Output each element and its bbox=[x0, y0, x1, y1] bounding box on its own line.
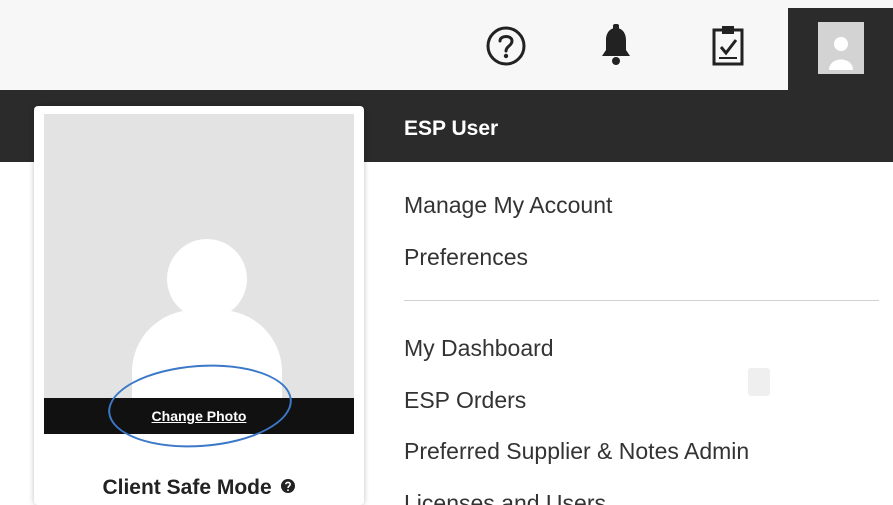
avatar-svg bbox=[829, 37, 853, 70]
menu-header-user-name: ESP User bbox=[404, 117, 499, 140]
menu-divider bbox=[404, 300, 879, 301]
menu-item-manage-my-account[interactable]: Manage My Account bbox=[404, 192, 612, 219]
menu-item-my-dashboard[interactable]: My Dashboard bbox=[404, 335, 554, 362]
help-circle-icon[interactable] bbox=[280, 476, 296, 500]
avatar-placeholder-head bbox=[167, 239, 247, 319]
clipboard-check-icon[interactable] bbox=[700, 18, 756, 74]
profile-card: Change Photo bbox=[34, 106, 364, 505]
clipboard-svg bbox=[712, 26, 744, 66]
bell-svg bbox=[602, 24, 630, 65]
client-safe-mode-toggle[interactable]: Client Safe Mode bbox=[34, 476, 364, 500]
user-avatar-icon bbox=[818, 22, 864, 74]
help-circle-svg bbox=[486, 26, 526, 66]
small-help-svg bbox=[280, 479, 295, 494]
profile-photo: Change Photo bbox=[44, 114, 354, 434]
menu-item-preferred-supplier-notes-admin[interactable]: Preferred Supplier & Notes Admin bbox=[404, 438, 749, 465]
menu-item-licenses-and-users[interactable]: Licenses and Users bbox=[404, 490, 606, 505]
page: Change Photo Client Safe Mode ESP User M… bbox=[0, 0, 893, 505]
faint-background-icon bbox=[748, 368, 770, 396]
change-photo-link[interactable]: Change Photo bbox=[152, 408, 247, 424]
user-avatar-button[interactable] bbox=[788, 8, 893, 90]
help-icon[interactable] bbox=[478, 18, 534, 74]
menu-item-preferences[interactable]: Preferences bbox=[404, 244, 528, 271]
bell-icon[interactable] bbox=[588, 18, 644, 74]
client-safe-mode-label: Client Safe Mode bbox=[102, 476, 272, 499]
top-bar bbox=[0, 0, 893, 90]
photo-action-bar: Change Photo bbox=[44, 398, 354, 434]
menu-item-esp-orders[interactable]: ESP Orders bbox=[404, 387, 526, 414]
